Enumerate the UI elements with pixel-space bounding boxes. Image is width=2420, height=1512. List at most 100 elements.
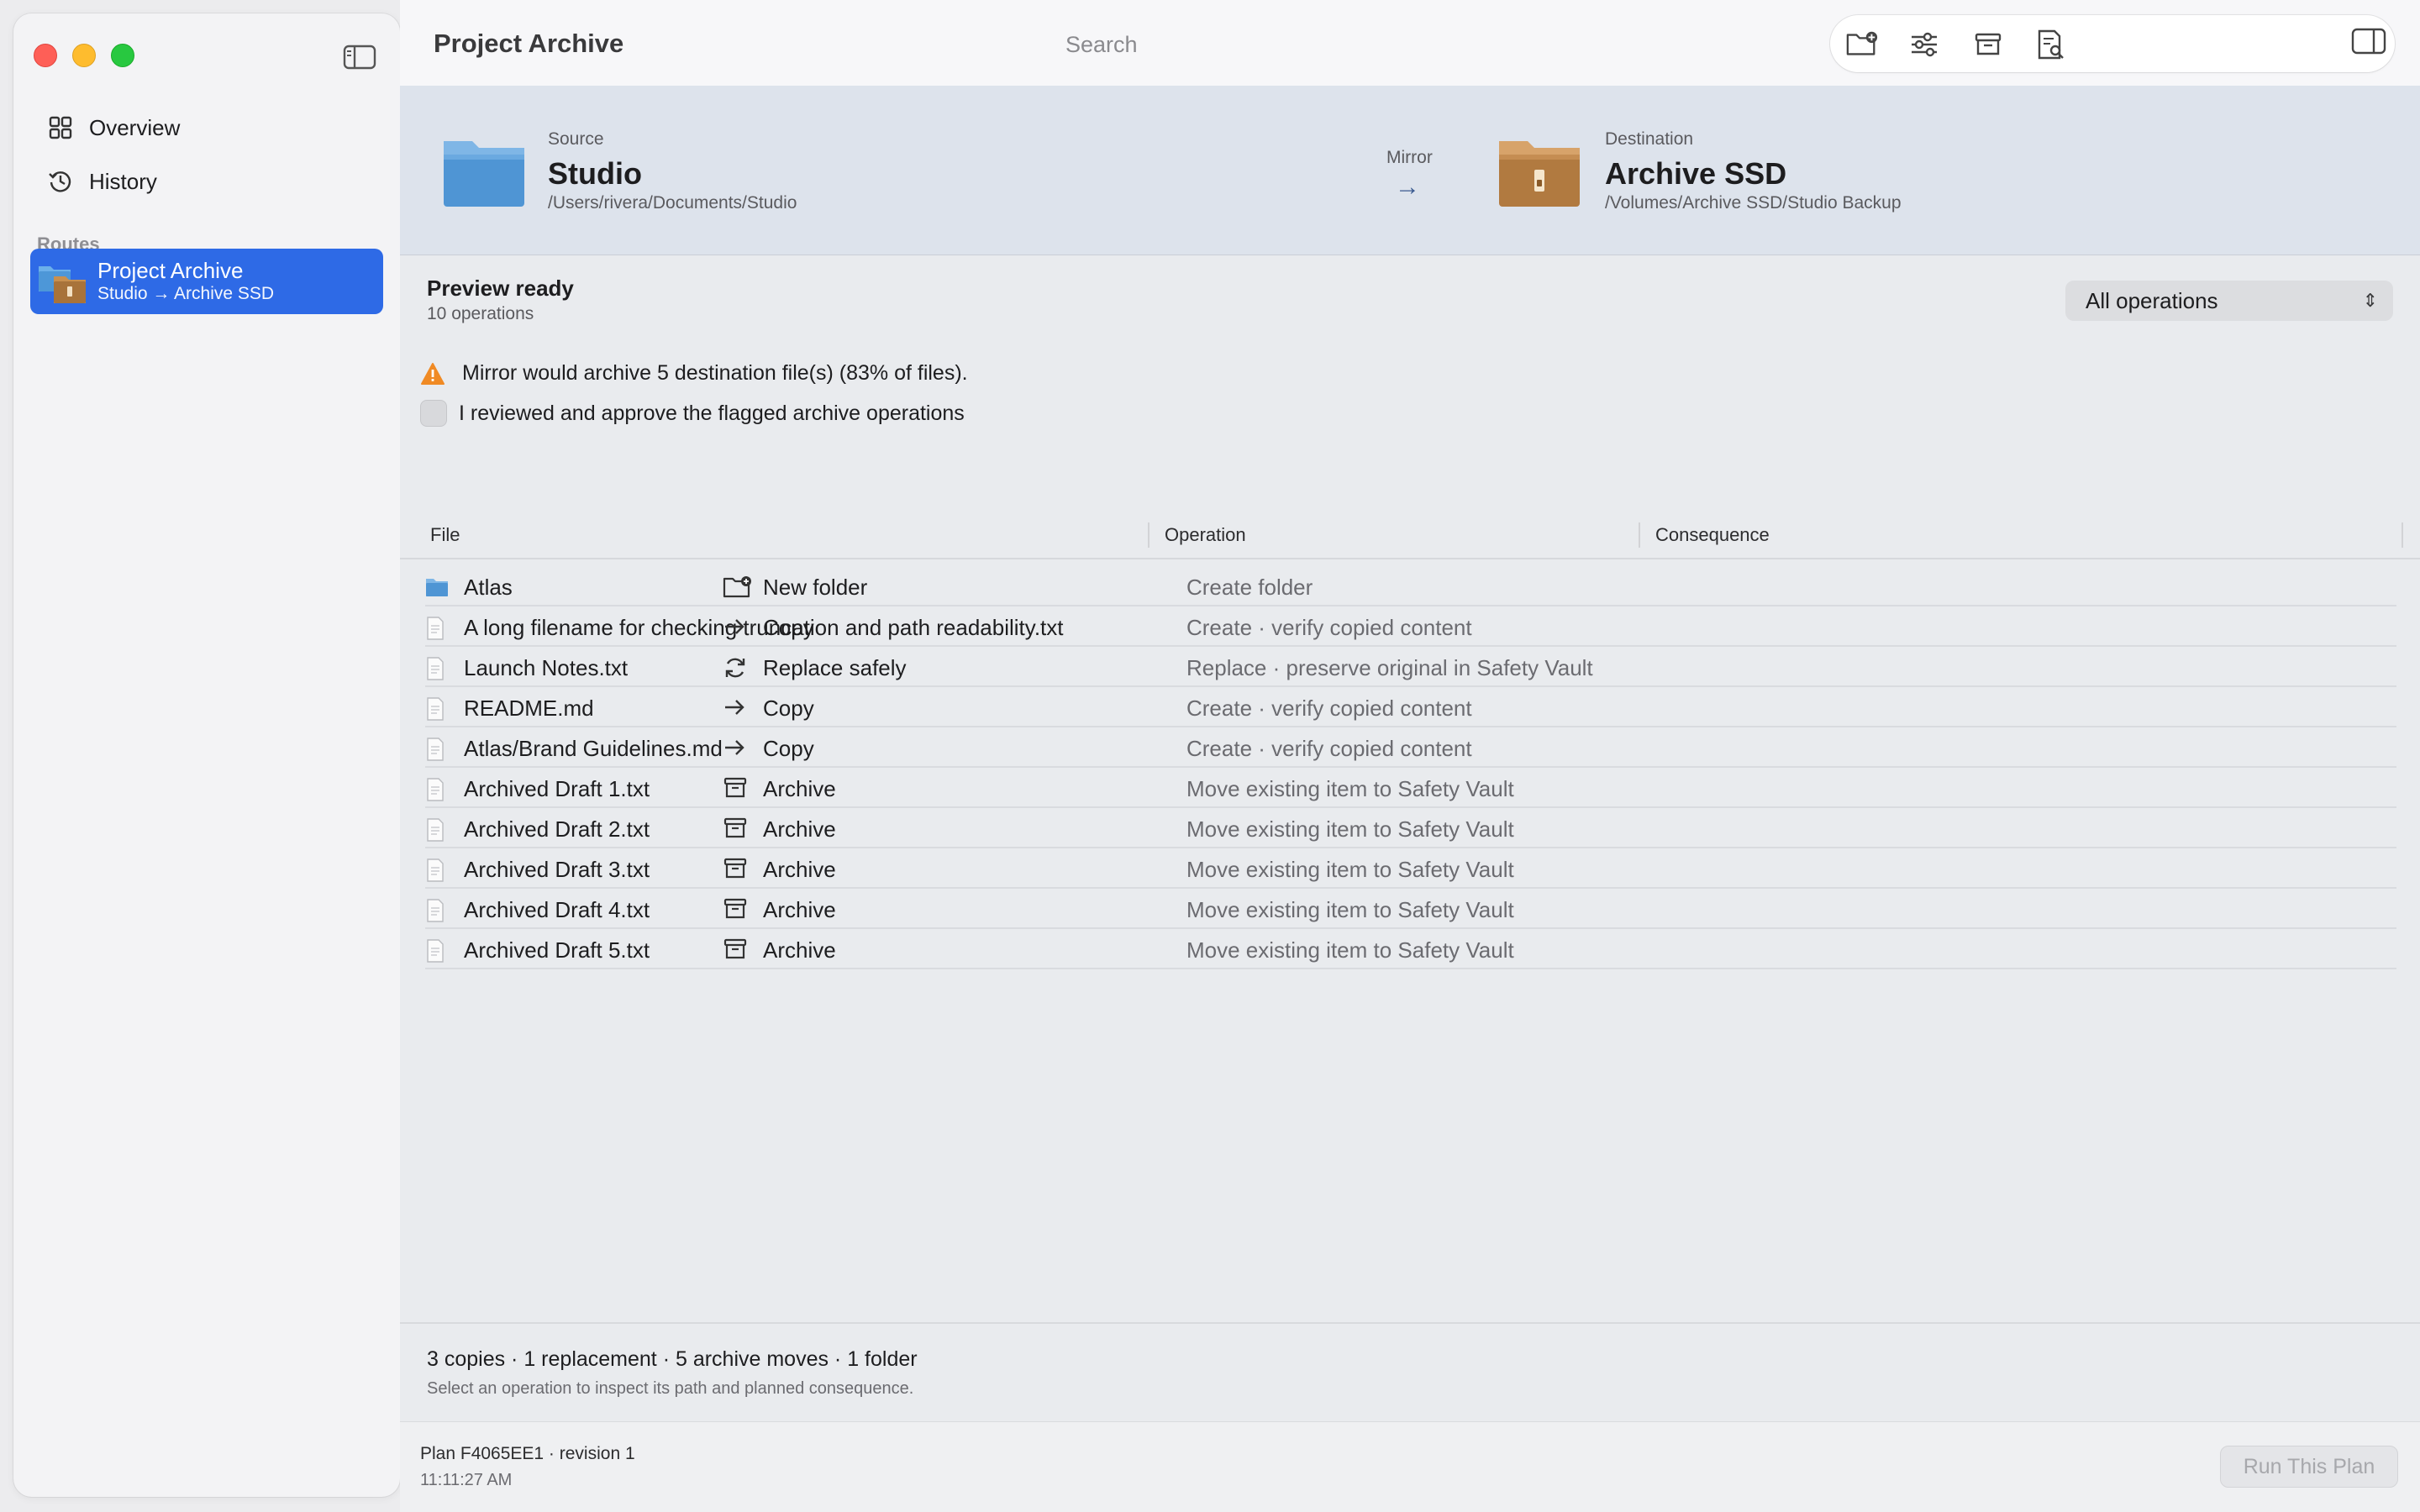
destination-name: Archive SSD [1605,156,1787,191]
consequence-text: Move existing item to Safety Vault [1186,857,1514,882]
destination-folder-icon [1496,136,1583,208]
route-title: Project Archive [97,258,244,283]
summary-counts: 3 copies · 1 replacement · 5 archive mov… [427,1347,918,1371]
warning-text: Mirror would archive 5 destination file(… [462,361,968,385]
zoom-window-button[interactable] [111,44,134,67]
minimize-window-button[interactable] [72,44,96,67]
grid-icon [45,113,76,143]
inspector-toggle-icon[interactable] [2351,27,2386,57]
plan-id: Plan F4065EE1 · revision 1 [420,1444,635,1463]
source-label: Source [548,129,604,149]
report-search-icon[interactable] [2033,29,2067,60]
table-row[interactable]: README.md Copy Create · verify copied cont… [425,687,2396,727]
consequence-text: Move existing item to Safety Vault [1186,897,1514,922]
table-row[interactable]: Launch Notes.txt Replace safely Replace · … [425,647,2396,687]
table-header: File Operation Consequence [400,512,2420,559]
close-window-button[interactable] [34,44,57,67]
table-row[interactable]: Archived Draft 1.txt Archive Move existing… [425,768,2396,808]
filter-selected-value: All operations [2086,288,2218,313]
approval-row[interactable]: I reviewed and approve the flagged archi… [420,400,965,427]
arrow-right-icon [723,615,753,640]
archive-box-icon [723,857,753,882]
sidebar-toggle-icon[interactable] [343,44,376,71]
consequence-text: Move existing item to Safety Vault [1186,816,1514,842]
table-row[interactable]: Archived Draft 4.txt Archive Move existing… [425,889,2396,929]
source-folder-icon [440,136,528,208]
table-row[interactable]: Atlas/Brand Guidelines.md Copy Create · ve… [425,727,2396,768]
route-subtitle: Studio → Archive SSD [97,284,275,303]
table-row[interactable]: Archived Draft 3.txt Archive Move existing… [425,848,2396,889]
operation-label: Copy [763,696,814,721]
column-header-operation[interactable]: Operation [1165,524,1246,546]
preview-panel: Preview ready 10 operations All operatio… [400,255,2420,1322]
column-divider[interactable] [2402,522,2403,548]
consequence-text: Create · verify copied content [1186,696,1472,721]
run-plan-button[interactable]: Run This Plan [2220,1446,2398,1488]
archive-box-icon [723,937,753,963]
new-folder-icon[interactable] [1845,29,1879,60]
operation-label: Archive [763,937,836,963]
plan-timestamp: 11:11:27 AM [420,1471,513,1489]
file-name: Archived Draft 2.txt [464,816,650,842]
operations-filter-select[interactable]: All operations ⇕ [2065,281,2393,321]
archive-box-icon [723,776,753,801]
table-row[interactable]: Archived Draft 5.txt Archive Move existing… [425,929,2396,969]
sliders-icon[interactable] [1907,29,1941,60]
file-name: Archived Draft 3.txt [464,857,650,882]
file-icon [425,818,447,842]
archive-icon[interactable] [1971,29,2005,60]
approval-checkbox[interactable] [420,400,447,427]
summary-hint: Select an operation to inspect its path … [427,1379,914,1398]
file-name: README.md [464,696,594,721]
warning-message: Mirror would archive 5 destination file(… [420,361,968,386]
file-name: Archived Draft 1.txt [464,776,650,801]
file-name: Launch Notes.txt [464,655,629,680]
operation-label: Archive [763,816,836,842]
consequence-text: Move existing item to Safety Vault [1186,776,1514,801]
operation-label: Archive [763,857,836,882]
sidebar: Overview History Routes Project Archive [13,13,400,1497]
consequence-text: Create folder [1186,575,1313,600]
page-title: Project Archive [434,29,624,58]
column-header-consequence[interactable]: Consequence [1655,524,1770,546]
titlebar: Project Archive Search [400,0,2420,86]
operation-label: Archive [763,897,836,922]
plan-footer: Plan F4065EE1 · revision 1 11:11:27 AM R… [400,1421,2420,1512]
file-name: Archived Draft 5.txt [464,937,650,963]
operation-label: Archive [763,776,836,801]
file-icon [425,899,447,922]
sidebar-item-label: Overview [89,114,181,140]
table-body: Atlas New folder Create folder A long filen… [400,566,2420,969]
operation-label: Copy [763,736,814,761]
summary-bar: 3 copies · 1 replacement · 5 archive mov… [400,1322,2420,1421]
warning-icon [420,362,445,386]
sidebar-item-overview[interactable]: Overview [30,104,383,151]
archive-box-icon [723,897,753,922]
operation-label: Copy [763,615,814,640]
approval-label: I reviewed and approve the flagged archi… [459,401,965,425]
column-divider[interactable] [1148,522,1150,548]
arrow-right-icon [723,736,753,761]
file-name: Archived Draft 4.txt [464,897,650,922]
table-row[interactable]: Atlas New folder Create folder [425,566,2396,606]
history-icon [45,166,76,197]
sidebar-item-project-archive[interactable]: Project Archive Studio → Archive SSD [30,249,383,314]
file-name: Atlas/Brand Guidelines.md [464,736,723,761]
table-row[interactable]: A long filename for checking truncation … [425,606,2396,647]
chevron-updown-icon: ⇕ [2362,290,2378,311]
consequence-text: Move existing item to Safety Vault [1186,937,1514,963]
column-divider[interactable] [1639,522,1640,548]
archive-box-icon [723,816,753,842]
refresh-icon [723,655,753,680]
file-icon [425,778,447,801]
file-icon [425,939,447,963]
route-header: Source Studio /Users/rivera/Documents/St… [400,86,2420,255]
sidebar-item-history[interactable]: History [30,158,383,205]
consequence-text: Replace · preserve original in Safety Va… [1186,655,1593,680]
search-input[interactable]: Search [1065,32,1138,58]
column-header-file[interactable]: File [430,524,460,546]
toolbar [1830,15,2395,72]
file-icon [425,617,447,640]
file-icon [425,858,447,882]
table-row[interactable]: Archived Draft 2.txt Archive Move existing… [425,808,2396,848]
